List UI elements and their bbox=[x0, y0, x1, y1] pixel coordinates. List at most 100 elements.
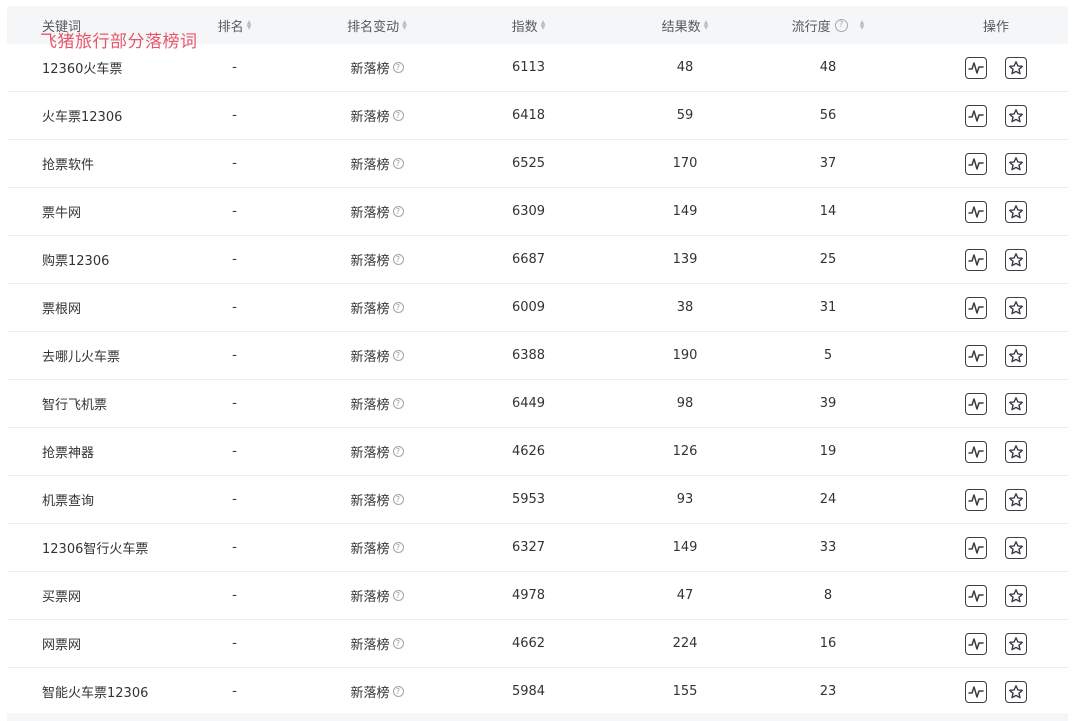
star-icon[interactable] bbox=[1005, 104, 1027, 127]
column-header-popularity[interactable]: 流行度 ? ▲ ▼ bbox=[760, 6, 896, 44]
help-circle-icon[interactable]: ? bbox=[392, 542, 404, 553]
help-circle-icon[interactable]: ? bbox=[392, 686, 404, 697]
star-icon[interactable] bbox=[1005, 152, 1027, 175]
column-header-results[interactable]: 结果数 ▲ ▼ bbox=[610, 6, 760, 44]
trend-chart-icon[interactable] bbox=[965, 248, 987, 271]
trend-chart-icon[interactable] bbox=[965, 680, 987, 703]
help-circle-icon[interactable]: ? bbox=[392, 158, 404, 169]
help-circle-icon[interactable]: ? bbox=[834, 18, 848, 32]
results-cell: 98 bbox=[676, 396, 694, 411]
table-row: 机票查询 - 新落榜? 5953 93 24 bbox=[7, 476, 1068, 524]
column-header-rank-change[interactable]: 排名变动 ▲ ▼ bbox=[307, 6, 447, 44]
rank-cell: - bbox=[232, 540, 237, 555]
star-icon[interactable] bbox=[1005, 248, 1027, 271]
star-icon[interactable] bbox=[1005, 680, 1027, 703]
table-row: 抢票软件 - 新落榜? 6525 170 37 bbox=[7, 140, 1068, 188]
trend-chart-icon[interactable] bbox=[965, 584, 987, 607]
trend-chart-icon[interactable] bbox=[965, 296, 987, 319]
star-icon[interactable] bbox=[1005, 536, 1027, 559]
trend-chart-icon[interactable] bbox=[965, 488, 987, 511]
keyword-cell[interactable]: 智行飞机票 bbox=[42, 380, 107, 427]
action-cell bbox=[965, 380, 1027, 427]
help-circle-icon[interactable]: ? bbox=[392, 62, 404, 73]
index-cell: 5953 bbox=[511, 492, 546, 507]
rank-cell: - bbox=[232, 300, 237, 315]
action-cell bbox=[965, 572, 1027, 619]
keyword-cell[interactable]: 火车票12306 bbox=[42, 92, 122, 139]
rank-cell: - bbox=[232, 588, 237, 603]
trend-chart-icon[interactable] bbox=[965, 200, 987, 223]
results-cell: 126 bbox=[672, 444, 698, 459]
action-cell bbox=[965, 140, 1027, 187]
help-circle-icon[interactable]: ? bbox=[392, 206, 404, 217]
star-icon[interactable] bbox=[1005, 584, 1027, 607]
star-icon[interactable] bbox=[1005, 344, 1027, 367]
star-icon[interactable] bbox=[1005, 392, 1027, 415]
column-header-action: 操作 bbox=[965, 6, 1027, 44]
star-icon[interactable] bbox=[1005, 56, 1027, 79]
keyword-cell[interactable]: 抢票神器 bbox=[42, 428, 94, 475]
help-circle-icon[interactable]: ? bbox=[392, 494, 404, 505]
star-icon[interactable] bbox=[1005, 296, 1027, 319]
keyword-cell[interactable]: 票牛网 bbox=[42, 188, 81, 235]
help-circle-icon[interactable]: ? bbox=[392, 254, 404, 265]
trend-chart-icon[interactable] bbox=[965, 392, 987, 415]
table-row: 购票12306 - 新落榜? 6687 139 25 bbox=[7, 236, 1068, 284]
sort-arrows-icon[interactable]: ▲ ▼ bbox=[860, 20, 865, 31]
action-cell bbox=[965, 332, 1027, 379]
keyword-cell[interactable]: 买票网 bbox=[42, 572, 81, 619]
table-row: 火车票12306 - 新落榜? 6418 59 56 bbox=[7, 92, 1068, 140]
keyword-cell[interactable]: 网票网 bbox=[42, 620, 81, 667]
sort-arrows-icon[interactable]: ▲ ▼ bbox=[247, 20, 252, 31]
rank-cell: - bbox=[232, 156, 237, 171]
help-circle-icon[interactable]: ? bbox=[392, 110, 404, 121]
rank-change-cell: 新落榜? bbox=[307, 620, 447, 667]
results-cell: 47 bbox=[676, 588, 694, 603]
keyword-cell[interactable]: 去哪儿火车票 bbox=[42, 332, 120, 379]
index-cell: 6525 bbox=[511, 156, 546, 171]
sort-arrows-icon[interactable]: ▲ ▼ bbox=[541, 20, 546, 31]
help-circle-icon[interactable]: ? bbox=[392, 590, 404, 601]
trend-chart-icon[interactable] bbox=[965, 344, 987, 367]
sort-arrows-icon[interactable]: ▲ ▼ bbox=[402, 20, 407, 31]
star-icon[interactable] bbox=[1005, 488, 1027, 511]
help-circle-icon[interactable]: ? bbox=[392, 638, 404, 649]
index-cell: 4626 bbox=[511, 444, 546, 459]
star-icon[interactable] bbox=[1005, 440, 1027, 463]
rank-change-cell: 新落榜? bbox=[307, 92, 447, 139]
help-circle-icon[interactable]: ? bbox=[392, 446, 404, 457]
column-header-index[interactable]: 指数 ▲ ▼ bbox=[447, 6, 610, 44]
trend-chart-icon[interactable] bbox=[965, 536, 987, 559]
trend-chart-icon[interactable] bbox=[965, 104, 987, 127]
rank-change-label: 新落榜 bbox=[350, 206, 390, 221]
action-cell bbox=[965, 476, 1027, 523]
rank-change-cell: 新落榜? bbox=[307, 188, 447, 235]
sort-arrows-icon[interactable]: ▲ ▼ bbox=[704, 20, 709, 31]
keyword-cell[interactable]: 票根网 bbox=[42, 284, 81, 331]
keyword-cell[interactable]: 购票12306 bbox=[42, 236, 109, 283]
rank-change-label: 新落榜 bbox=[350, 158, 390, 173]
trend-chart-icon[interactable] bbox=[965, 632, 987, 655]
rank-change-label: 新落榜 bbox=[350, 110, 390, 125]
index-cell: 6309 bbox=[511, 204, 546, 219]
rank-cell: - bbox=[232, 492, 237, 507]
keyword-cell[interactable]: 智能火车票12306 bbox=[42, 668, 148, 715]
star-icon[interactable] bbox=[1005, 200, 1027, 223]
star-icon[interactable] bbox=[1005, 632, 1027, 655]
rank-change-cell: 新落榜? bbox=[307, 668, 447, 715]
index-cell: 6687 bbox=[511, 252, 546, 267]
rank-change-cell: 新落榜? bbox=[307, 476, 447, 523]
index-cell: 6449 bbox=[511, 396, 546, 411]
trend-chart-icon[interactable] bbox=[965, 56, 987, 79]
popularity-cell: 56 bbox=[819, 108, 837, 123]
trend-chart-icon[interactable] bbox=[965, 152, 987, 175]
column-rank-change-label: 排名变动 bbox=[347, 19, 400, 35]
keyword-cell[interactable]: 抢票软件 bbox=[42, 140, 94, 187]
help-circle-icon[interactable]: ? bbox=[392, 350, 404, 361]
keyword-cell[interactable]: 12306智行火车票 bbox=[42, 524, 148, 571]
help-circle-icon[interactable]: ? bbox=[392, 302, 404, 313]
trend-chart-icon[interactable] bbox=[965, 440, 987, 463]
keyword-cell[interactable]: 机票查询 bbox=[42, 476, 94, 523]
popularity-cell: 25 bbox=[819, 252, 837, 267]
help-circle-icon[interactable]: ? bbox=[392, 398, 404, 409]
